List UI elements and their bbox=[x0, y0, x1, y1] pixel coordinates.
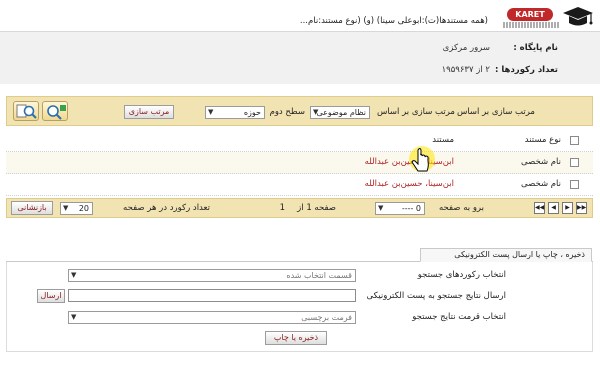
sort-field-value: نظام موضوعی bbox=[316, 108, 366, 117]
per-page-select[interactable]: 20 ▼ bbox=[60, 202, 93, 215]
record-count-label: تعداد رکوردها : bbox=[495, 65, 558, 75]
next-page-button[interactable]: ▶ bbox=[562, 202, 573, 214]
info-panel bbox=[0, 32, 600, 84]
select-records-value: قسمت انتخاب شده bbox=[286, 271, 352, 280]
goto-page-value: 0 ---- bbox=[401, 204, 421, 213]
chevron-down-icon: ▼ bbox=[71, 313, 77, 321]
search-export-icon[interactable] bbox=[13, 101, 39, 121]
goto-page-select[interactable]: 0 ---- ▼ bbox=[375, 202, 425, 215]
database-name-label: نام پایگاه : bbox=[513, 43, 558, 53]
karet-logo: KARET bbox=[507, 8, 553, 21]
chevron-down-icon: ▼ bbox=[378, 204, 384, 212]
first-page-button[interactable]: ◀◀ bbox=[534, 202, 545, 214]
per-page-label: تعداد رکورد در هر صفحه bbox=[123, 203, 210, 213]
hand-cursor-icon bbox=[400, 144, 440, 178]
table-row[interactable]: نام شخصی ابن‌سینا، حسین‌بن عبدالله bbox=[6, 152, 593, 174]
per-page-value: 20 bbox=[78, 204, 89, 213]
second-level-label: سطح دوم bbox=[269, 107, 305, 117]
sort-by-label: مرتب سازی بر اساس bbox=[456, 107, 535, 117]
row-document-link[interactable]: ابن‌سینا، حسین‌بن عبدالله bbox=[365, 179, 454, 189]
row-type: نام شخصی bbox=[521, 179, 561, 189]
graduation-cap-icon bbox=[560, 4, 596, 30]
tab-save-print-email[interactable]: ذخیره ، چاپ یا ارسال پست الکترونیکی bbox=[420, 248, 592, 262]
select-records-select[interactable]: قسمت انتخاب شده ▼ bbox=[68, 269, 356, 282]
row-checkbox[interactable] bbox=[570, 158, 579, 167]
last-page-button[interactable]: ▶▶ bbox=[576, 202, 587, 214]
row-checkbox[interactable] bbox=[570, 180, 579, 189]
search-query-summary: (همه مستندها(ت):ابوعلی سینا) (و) (نوع مس… bbox=[299, 16, 488, 26]
save-print-button[interactable]: ذخیره یا چاپ bbox=[265, 331, 327, 345]
second-level-select[interactable]: حوزه ▼ bbox=[205, 106, 265, 119]
prev-page-button[interactable]: ◀ bbox=[548, 202, 559, 214]
chevron-down-icon: ▼ bbox=[313, 108, 319, 116]
chevron-down-icon: ▼ bbox=[63, 204, 69, 212]
select-all-checkbox[interactable] bbox=[570, 136, 579, 145]
sort-field-select[interactable]: نظام موضوعی ▼ bbox=[310, 106, 370, 119]
record-count-value: ۲ از ۱۹۵۹۶۳۷ bbox=[441, 65, 490, 75]
send-button[interactable]: ارسال bbox=[37, 289, 65, 303]
sort-button[interactable]: مرتب سازی bbox=[124, 105, 174, 119]
refresh-button[interactable]: بازنشانی bbox=[11, 201, 53, 215]
format-select[interactable]: فرمت برچسبی ▼ bbox=[68, 311, 356, 324]
row-type: نام شخصی bbox=[521, 157, 561, 167]
logo-subtitle-graphic bbox=[503, 22, 559, 28]
chevron-down-icon: ▼ bbox=[71, 271, 77, 279]
goto-page-label: برو به صفحه bbox=[438, 203, 484, 213]
format-value: فرمت برچسبی bbox=[301, 313, 352, 322]
page-of-label: صفحه 1 از bbox=[297, 203, 336, 213]
select-records-label: انتخاب رکوردهای جستجو bbox=[417, 270, 506, 280]
page-total: 1 bbox=[279, 203, 285, 213]
sort-toolbar: مرتب سازی بر اساس مرتب سازی بر اساس نظام… bbox=[6, 96, 593, 126]
email-label: ارسال نتایج جستجو به پست الکترونیکی bbox=[366, 291, 506, 301]
chevron-down-icon: ▼ bbox=[208, 108, 214, 116]
database-name-value: سرور مرکزی bbox=[442, 43, 490, 53]
email-input[interactable] bbox=[68, 289, 356, 302]
table-row[interactable]: نام شخصی ابن‌سینا، حسین‌بن عبدالله bbox=[6, 174, 593, 196]
pagination-bar: ▶▶ ▶ ◀ ◀◀ برو به صفحه 0 ---- ▼ صفحه 1 از… bbox=[6, 198, 593, 218]
second-level-value: حوزه bbox=[243, 108, 261, 117]
save-form-panel: انتخاب رکوردهای جستجو قسمت انتخاب شده ▼ … bbox=[6, 262, 593, 352]
results-header-row: نوع مستند مستند bbox=[6, 130, 593, 152]
column-header-type: نوع مستند bbox=[524, 135, 561, 145]
search-refine-icon[interactable] bbox=[42, 101, 68, 121]
sort-by-label-2: مرتب سازی بر اساس bbox=[376, 107, 455, 117]
format-label: انتخاب قرمت نتایج جستجو bbox=[412, 312, 506, 322]
